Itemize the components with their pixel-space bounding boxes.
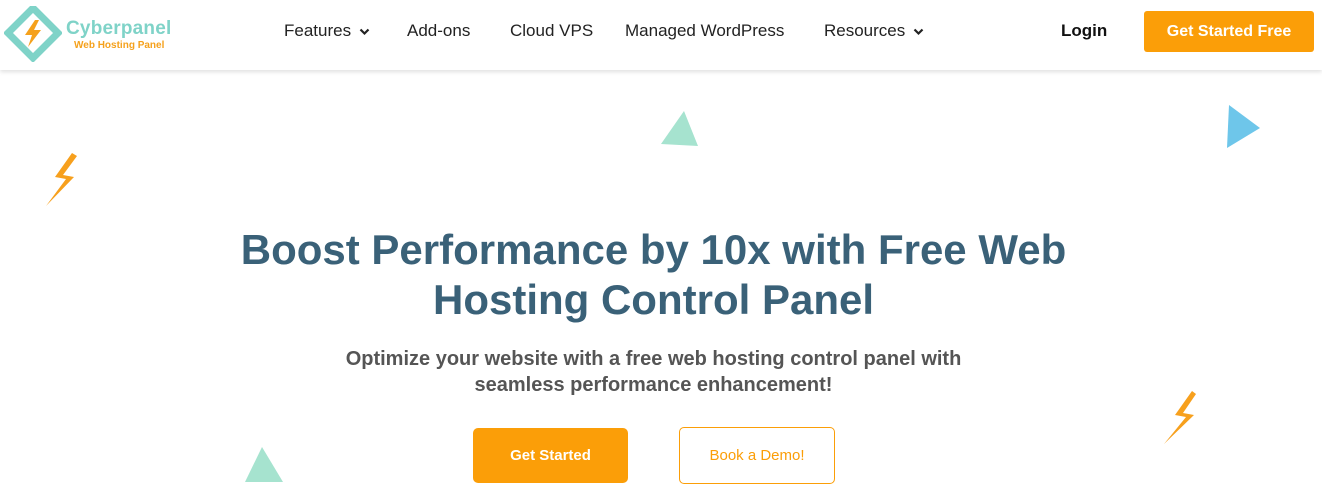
nav-item-add-ons[interactable]: Add-ons (407, 21, 470, 41)
triangle-decoration-icon (245, 447, 283, 482)
chevron-down-icon (359, 28, 370, 35)
chevron-down-icon (913, 28, 924, 35)
triangle-decoration-icon (1227, 105, 1260, 148)
nav-item-cloud-vps[interactable]: Cloud VPS (510, 21, 593, 41)
login-link[interactable]: Login (1061, 21, 1107, 41)
hero-title-line: Hosting Control Panel (433, 276, 874, 323)
hero-title-line: Boost Performance by 10x with Free Web (240, 226, 1067, 273)
lightning-bolt-icon (46, 153, 77, 206)
triangle-decoration-icon (661, 111, 698, 146)
brand-name: Cyberpanel (66, 18, 172, 39)
hero-title: Boost Performance by 10x with Free Web Ho… (150, 225, 1157, 325)
brand-logo[interactable]: Cyberpanel Web Hosting Panel (4, 6, 194, 62)
nav-item-label: Cloud VPS (510, 21, 594, 40)
cyberpanel-logo-icon (4, 6, 62, 62)
nav-item-label: Managed WordPress (625, 21, 785, 40)
hero-subtitle-line: Optimize your website with a free web ho… (345, 348, 962, 370)
brand-tagline: Web Hosting Panel (74, 40, 165, 51)
nav-item-resources[interactable]: Resources (824, 21, 924, 41)
nav-item-managed-wordpress[interactable]: Managed WordPress (625, 21, 784, 41)
hero-subtitle-line: seamless performance enhancement! (474, 374, 833, 396)
lightning-bolt-icon (1164, 391, 1196, 444)
get-started-button[interactable]: Get Started (473, 428, 628, 483)
book-demo-button[interactable]: Book a Demo! (679, 427, 835, 484)
nav-item-label: Resources (824, 21, 906, 40)
nav-item-label: Features (284, 21, 352, 40)
get-started-free-button[interactable]: Get Started Free (1144, 11, 1314, 52)
site-header: Cyberpanel Web Hosting Panel Features Ad… (0, 0, 1322, 70)
hero-subtitle: Optimize your website with a free web ho… (300, 346, 1007, 398)
nav-item-features[interactable]: Features (284, 21, 370, 41)
nav-item-label: Add-ons (407, 21, 471, 40)
